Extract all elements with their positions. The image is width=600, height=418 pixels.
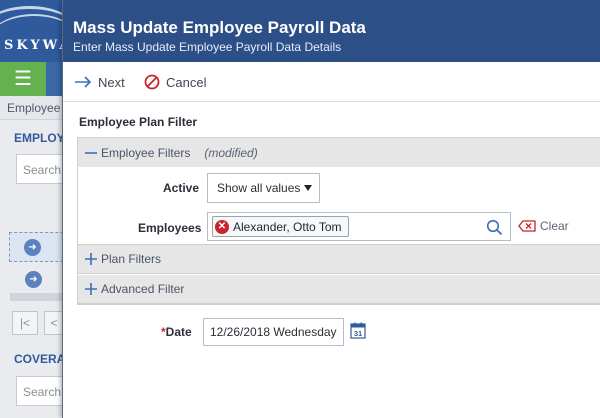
hamburger-icon[interactable]: ☰ [0,62,46,96]
plan-filters-panel: Plan Filters [77,244,600,274]
advanced-filter-label: Advanced Filter [101,282,185,296]
share-icon[interactable]: ➜ [25,271,42,288]
employees-label: Employees [138,221,202,235]
active-label: Active [163,181,200,195]
calendar-day: 31 [354,329,362,338]
employee-filters-label: Employee Filters [101,145,191,160]
section-title-employees: EMPLOY [14,131,65,145]
expand-icon [83,252,99,266]
dropdown-caret-icon [304,185,312,191]
next-button-label: Next [98,74,125,90]
clear-icon [518,220,536,232]
clear-button[interactable]: Clear [518,219,569,233]
dialog-subtitle: Enter Mass Update Employee Payroll Data … [73,40,342,54]
cancel-button-label: Cancel [166,74,207,90]
horizontal-scrollbar[interactable] [10,293,70,301]
employee-chip-label: Alexander, Otto Tom [233,219,342,234]
advanced-filter-toggle[interactable]: Advanced Filter [78,275,600,303]
cancel-button[interactable]: Cancel [144,72,206,92]
employee-filters-toggle[interactable]: Employee Filters (modified) [78,138,600,167]
modified-indicator: (modified) [204,145,258,160]
section-title-coverage: COVERA [14,352,66,366]
employees-lookup-input[interactable]: ✕ Alexander, Otto Tom [207,212,511,241]
advanced-filter-panel: Advanced Filter [77,274,600,304]
first-page-button[interactable]: |< [12,311,38,335]
dialog-title: Mass Update Employee Payroll Data [73,18,366,37]
dialog-toolbar: Next Cancel [63,62,600,102]
mass-update-dialog: Mass Update Employee Payroll Data Enter … [62,0,600,418]
plan-filters-label: Plan Filters [101,252,162,266]
date-input[interactable]: 12/26/2018 Wednesday [203,318,344,346]
date-label-text: Date [165,325,192,339]
remove-chip-icon[interactable]: ✕ [215,219,229,234]
collapse-icon [83,146,99,160]
calendar-icon[interactable]: 31 [350,322,366,344]
search-icon[interactable] [486,219,503,241]
share-icon[interactable]: ➜ [24,239,41,256]
prev-page-button[interactable]: < [44,311,64,335]
active-select-value: Show all values [217,181,301,195]
clear-button-label: Clear [540,219,569,233]
expand-icon [83,282,99,296]
breadcrumb-item[interactable]: Employee [7,101,60,115]
cancel-icon [144,74,160,90]
employee-chip: ✕ Alexander, Otto Tom [212,216,349,237]
dialog-header: Mass Update Employee Payroll Data Enter … [63,0,600,62]
next-button[interactable]: Next [74,72,125,92]
date-label: *Date [161,325,192,339]
active-select[interactable]: Show all values [207,173,320,203]
filter-section-title: Employee Plan Filter [79,115,198,129]
plan-filters-toggle[interactable]: Plan Filters [78,245,600,273]
arrow-right-icon [75,76,92,88]
